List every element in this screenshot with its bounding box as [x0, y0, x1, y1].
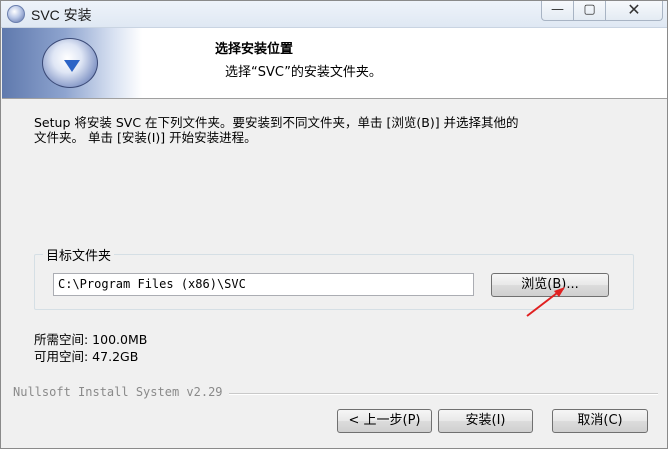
space-required: 所需空间: 100.0MB — [34, 332, 148, 347]
window-title: SVC 安装 — [31, 7, 92, 23]
space-available: 可用空间: 47.2GB — [34, 349, 139, 364]
back-button[interactable]: < 上一步(P) — [337, 409, 432, 433]
title-bar[interactable]: SVC 安装 — ▢ ✕ — [1, 1, 667, 28]
cancel-button[interactable]: 取消(C) — [552, 409, 648, 433]
minimize-icon: — — [551, 2, 564, 17]
disk-space-info: 所需空间: 100.0MB 可用空间: 47.2GB — [34, 331, 147, 365]
installer-window: SVC 安装 — ▢ ✕ 选择安装位置 选择“SVC”的安装文件夹。 Setup… — [0, 0, 668, 449]
install-path-input[interactable]: C:\Program Files (x86)\SVC — [53, 273, 474, 296]
page-title: 选择安装位置 — [215, 42, 294, 57]
destination-folder-label: 目标文件夹 — [43, 245, 115, 264]
nsis-branding: Nullsoft Install System v2.29 — [13, 385, 229, 399]
minimize-button[interactable]: — — [541, 1, 574, 21]
maximize-button[interactable]: ▢ — [573, 1, 606, 21]
page-header: 选择安装位置 选择“SVC”的安装文件夹。 — [2, 28, 667, 99]
app-icon — [7, 5, 25, 23]
maximize-icon: ▢ — [583, 2, 596, 17]
header-banner-image — [2, 28, 142, 98]
close-button[interactable]: ✕ — [605, 1, 663, 21]
close-icon: ✕ — [627, 0, 641, 19]
instructions-text: Setup 将安装 SVC 在下列文件夹。要安装到不同文件夹，单击 [浏览(B)… — [34, 115, 519, 145]
annotation-arrow-icon — [526, 287, 565, 317]
download-arrow-icon — [64, 60, 80, 72]
page-subtitle: 选择“SVC”的安装文件夹。 — [225, 65, 382, 80]
install-button[interactable]: 安装(I) — [438, 409, 533, 433]
